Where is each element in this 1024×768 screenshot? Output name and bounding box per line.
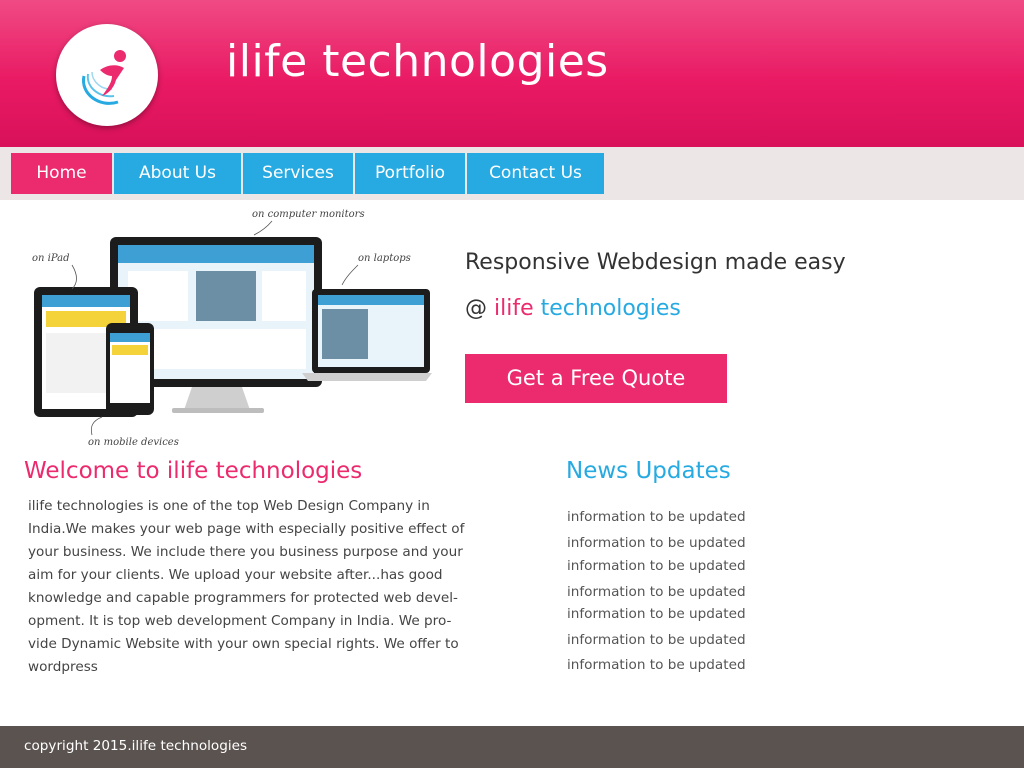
site-footer: copyright 2015.ilife technologies bbox=[0, 726, 1024, 768]
brand-at-prefix: @ bbox=[465, 296, 494, 321]
main-navigation: Home About Us Services Portfolio Contact… bbox=[0, 147, 1024, 200]
news-heading: News Updates bbox=[566, 458, 731, 484]
site-header: ilife technologies bbox=[0, 0, 1024, 147]
brand-ilife: ilife bbox=[494, 296, 534, 321]
note-mobile-devices: on mobile devices bbox=[88, 437, 179, 448]
copyright-text: copyright 2015.ilife technologies bbox=[24, 738, 248, 754]
hero-brand-line: @ ilife technologies bbox=[465, 296, 681, 321]
hero-tagline: Responsive Webdesign made easy bbox=[465, 250, 846, 275]
get-free-quote-button[interactable]: Get a Free Quote bbox=[465, 354, 727, 403]
nav-services[interactable]: Services bbox=[243, 153, 353, 194]
news-item[interactable]: information to be updated bbox=[567, 509, 746, 525]
note-computer-monitors: on computer monitors bbox=[252, 209, 365, 220]
note-ipad: on iPad bbox=[32, 253, 69, 264]
nav-portfolio[interactable]: Portfolio bbox=[355, 153, 465, 194]
nav-home[interactable]: Home bbox=[11, 153, 112, 194]
nav-contact-us[interactable]: Contact Us bbox=[467, 153, 604, 194]
ilife-logo-icon bbox=[82, 50, 126, 105]
news-item[interactable]: information to be updated bbox=[567, 632, 746, 648]
welcome-heading: Welcome to ilife technologies bbox=[24, 458, 363, 484]
responsive-devices-image: on computer monitors on iPad on laptops … bbox=[22, 205, 432, 450]
news-item[interactable]: information to be updated bbox=[567, 558, 746, 574]
site-title: ilife technologies bbox=[226, 36, 609, 87]
news-item[interactable]: information to be updated bbox=[567, 535, 746, 551]
nav-about-us[interactable]: About Us bbox=[114, 153, 241, 194]
brand-technologies: technologies bbox=[533, 296, 681, 321]
news-item[interactable]: information to be updated bbox=[567, 657, 746, 673]
news-item[interactable]: information to be updated bbox=[567, 584, 746, 600]
welcome-paragraph: ilife technologies is one of the top Web… bbox=[28, 498, 465, 675]
note-laptops: on laptops bbox=[358, 253, 411, 264]
news-item[interactable]: information to be updated bbox=[567, 606, 746, 622]
site-logo[interactable] bbox=[56, 24, 158, 126]
